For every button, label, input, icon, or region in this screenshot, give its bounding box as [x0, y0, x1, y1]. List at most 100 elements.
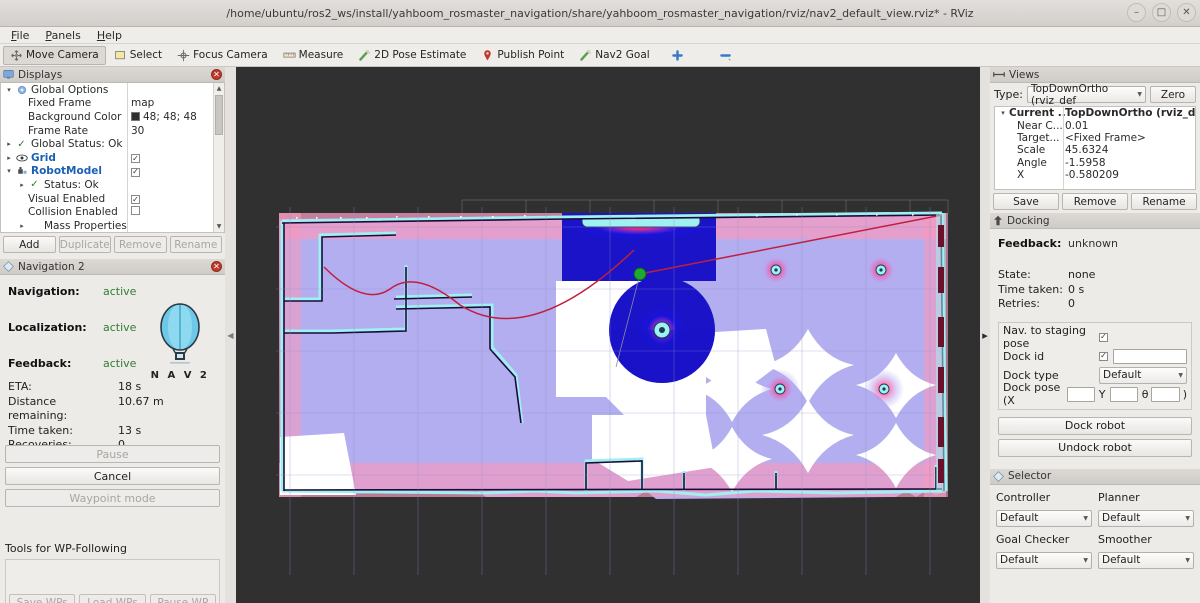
display-checkbox[interactable] [131, 206, 140, 218]
views-row-scale[interactable]: Scale 45.6324 [995, 144, 1195, 156]
menu-help[interactable]: Help [90, 28, 129, 43]
tool-2d-pose-estimate-label: 2D Pose Estimate [374, 49, 466, 61]
display-row-global-status[interactable]: ▸ ✓ Global Status: Ok [1, 137, 212, 151]
nav-staging-checkbox[interactable]: ✓ [1099, 333, 1108, 342]
views-value[interactable]: -0.580209 [1065, 169, 1119, 181]
views-key: Current ... [1009, 107, 1065, 119]
maximize-button[interactable]: □ [1152, 3, 1171, 22]
dock-pose-y-input[interactable] [1110, 387, 1138, 402]
views-panel-header: Views [990, 67, 1200, 83]
display-row-global-options[interactable]: ▾ Global Options [1, 83, 212, 97]
displays-scrollbar[interactable]: ▲ ▼ [213, 83, 224, 232]
goal-marker-icon [634, 268, 646, 280]
tool-focus-camera[interactable]: Focus Camera [170, 46, 275, 65]
right-splitter-handle[interactable]: ▸ [980, 67, 990, 603]
controller-combo[interactable]: Default ▼ [996, 510, 1092, 527]
expand-arrow-icon[interactable]: ▾ [997, 109, 1009, 117]
dock-type-combo[interactable]: Default ▼ [1099, 367, 1187, 384]
display-row-mass-properties[interactable]: ▸ Mass Properties [1, 219, 212, 233]
tool-measure[interactable]: Measure [276, 46, 351, 65]
views-row-x[interactable]: X -0.580209 [995, 169, 1195, 181]
expand-arrow-icon[interactable]: ▸ [3, 154, 15, 162]
tool-focus-camera-label: Focus Camera [193, 49, 268, 61]
views-row-current[interactable]: ▾ Current ... TopDownOrtho (rviz_defaul [995, 107, 1195, 119]
dock-pose-x-input[interactable] [1067, 387, 1095, 402]
display-checkbox[interactable]: ✓ [131, 193, 140, 205]
tool-remove[interactable] [712, 46, 739, 65]
views-row-target-frame[interactable]: Target... <Fixed Frame> [995, 132, 1195, 144]
nav2-logo: N A V 2 [149, 303, 211, 381]
displays-tree[interactable]: ▾ Global Options Fixed Frame map Backgro… [0, 83, 225, 233]
displays-icon [3, 69, 14, 80]
smoother-field: Smoother [1098, 533, 1194, 549]
views-value[interactable]: -1.5958 [1065, 157, 1106, 169]
display-checkbox[interactable]: ✓ [131, 152, 140, 164]
dock-id-input[interactable] [1113, 349, 1187, 364]
display-row-status-ok[interactable]: ▸ ✓ Status: Ok [1, 178, 212, 192]
planner-combo[interactable]: Default ▼ [1098, 510, 1194, 527]
zero-button[interactable]: Zero [1150, 86, 1196, 103]
expand-arrow-icon[interactable]: ▾ [3, 86, 15, 94]
remove-view-button[interactable]: Remove [1062, 193, 1128, 210]
menu-file[interactable]: File [4, 28, 36, 43]
views-buttons: Save Remove Rename [990, 190, 1200, 213]
navigation2-close-icon[interactable]: ✕ [211, 261, 222, 272]
dock-id-checkbox[interactable]: ✓ [1099, 352, 1108, 361]
window-title: /home/ubuntu/ros2_ws/install/yahboom_ros… [226, 7, 973, 20]
smoother-combo[interactable]: Default ▼ [1098, 552, 1194, 569]
3d-viewport[interactable] [236, 67, 990, 603]
views-property-tree[interactable]: ▾ Current ... TopDownOrtho (rviz_defaul … [994, 106, 1196, 190]
expand-arrow-icon[interactable]: ▸ [3, 140, 15, 148]
tool-bar: Move Camera Select Focus Camera Measure [0, 44, 1200, 67]
views-type-combo[interactable]: TopDownOrtho (rviz_def ▼ [1027, 86, 1146, 103]
left-splitter-handle[interactable]: ◀ [225, 67, 236, 603]
goal-checker-combo[interactable]: Default ▼ [996, 552, 1092, 569]
expand-arrow-icon[interactable]: ▾ [3, 167, 15, 175]
docking-feedback-value: unknown [1068, 237, 1118, 250]
scroll-down-icon[interactable]: ▼ [214, 221, 224, 232]
window-controls: – □ ✕ [1127, 3, 1196, 22]
tool-nav2-goal[interactable]: Nav2 Goal [572, 46, 656, 65]
rename-view-button[interactable]: Rename [1131, 193, 1197, 210]
display-row-robotmodel[interactable]: ▾ RobotModel ✓ [1, 165, 212, 179]
waypoint-list[interactable]: Save WPs Load WPs Pause WP [5, 559, 220, 603]
display-value[interactable]: 30 [131, 125, 144, 137]
display-value[interactable]: map [131, 97, 154, 109]
expand-arrow-icon[interactable]: ▸ [16, 181, 28, 189]
display-value-wrap[interactable]: 48; 48; 48 [131, 111, 197, 123]
views-row-near-clip[interactable]: Near C... 0.01 [995, 119, 1195, 131]
displays-close-icon[interactable]: ✕ [211, 69, 222, 80]
undock-robot-button[interactable]: Undock robot [998, 439, 1192, 457]
expand-arrow-icon[interactable]: ▸ [16, 222, 28, 230]
tool-select[interactable]: Select [107, 46, 169, 65]
display-row-collision-enabled[interactable]: Collision Enabled [1, 205, 212, 219]
display-row-background-color[interactable]: Background Color 48; 48; 48 [1, 110, 212, 124]
nav2-status-value: active [103, 285, 136, 298]
tool-move-camera[interactable]: Move Camera [3, 46, 106, 65]
display-row-grid[interactable]: ▸ Grid ✓ [1, 151, 212, 165]
views-value[interactable]: 45.6324 [1065, 144, 1108, 156]
display-row-fixed-frame[interactable]: Fixed Frame map [1, 97, 212, 111]
tool-add[interactable] [664, 46, 691, 65]
cancel-button[interactable]: Cancel [5, 467, 220, 485]
navigation2-panel: Navigation 2 ✕ N A [0, 259, 225, 603]
menu-panels[interactable]: Panels [38, 28, 87, 43]
display-checkbox[interactable]: ✓ [131, 165, 140, 177]
minimize-button[interactable]: – [1127, 3, 1146, 22]
nav2-metric-eta: ETA: 18 s [8, 380, 217, 395]
views-value[interactable]: 0.01 [1065, 120, 1088, 132]
close-button[interactable]: ✕ [1177, 3, 1196, 22]
scrollbar-thumb[interactable] [215, 95, 223, 135]
display-row-frame-rate[interactable]: Frame Rate 30 [1, 124, 212, 138]
chevron-down-icon: ▼ [1079, 557, 1088, 564]
display-row-visual-enabled[interactable]: Visual Enabled ✓ [1, 192, 212, 206]
views-row-angle[interactable]: Angle -1.5958 [995, 157, 1195, 169]
tool-2d-pose-estimate[interactable]: 2D Pose Estimate [351, 46, 473, 65]
tool-publish-point[interactable]: Publish Point [474, 46, 571, 65]
save-view-button[interactable]: Save [993, 193, 1059, 210]
scroll-up-icon[interactable]: ▲ [214, 83, 224, 94]
dock-robot-button[interactable]: Dock robot [998, 417, 1192, 435]
add-display-button[interactable]: Add [3, 236, 56, 253]
dock-pose-theta-input[interactable] [1151, 387, 1179, 402]
views-value[interactable]: <Fixed Frame> [1065, 132, 1146, 144]
